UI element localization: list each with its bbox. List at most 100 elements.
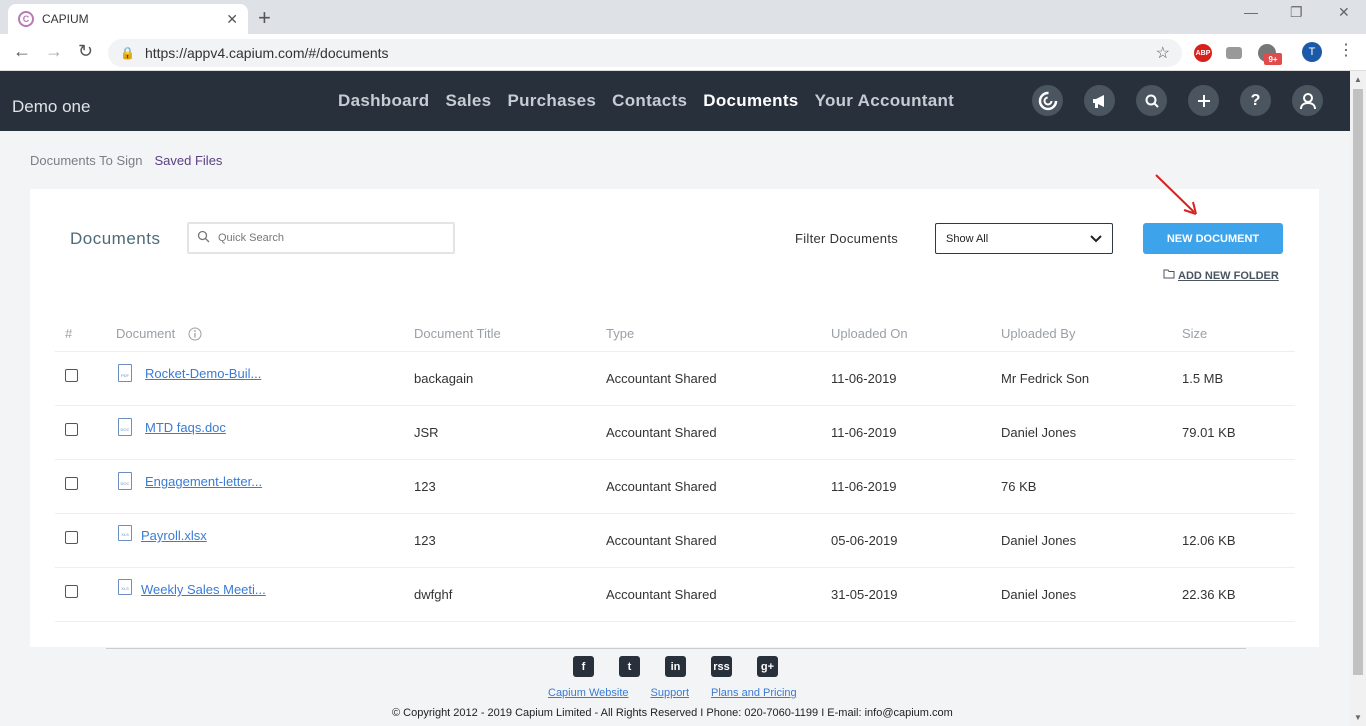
nav-documents[interactable]: Documents <box>703 91 798 111</box>
info-icon[interactable] <box>188 327 202 344</box>
xls-file-icon: XLS <box>118 579 132 595</box>
scroll-up-icon[interactable]: ▲ <box>1354 75 1362 84</box>
tab-close-icon[interactable]: ✕ <box>226 11 238 28</box>
uploaded-on: 31-05-2019 <box>831 587 898 602</box>
col-index: # <box>65 326 73 341</box>
minimize-icon[interactable]: — <box>1244 4 1258 20</box>
capium-logo-icon[interactable] <box>1032 85 1063 116</box>
file-size: 22.36 KB <box>1182 587 1236 602</box>
document-link[interactable]: Weekly Sales Meeti... <box>141 582 266 597</box>
document-title: dwfghf <box>414 587 453 602</box>
bookmark-star-icon[interactable]: ☆ <box>1156 43 1170 63</box>
annotation-arrow-icon <box>1155 174 1197 215</box>
search-icon[interactable] <box>1136 85 1167 116</box>
col-document: Document <box>116 326 176 341</box>
nav-dashboard[interactable]: Dashboard <box>338 91 430 111</box>
new-tab-icon[interactable]: + <box>258 5 271 31</box>
plans-pricing-link[interactable]: Plans and Pricing <box>711 687 797 699</box>
extension-icon[interactable] <box>1226 47 1242 59</box>
filter-select[interactable]: Show All <box>935 223 1113 254</box>
scrollbar-thumb[interactable] <box>1353 89 1363 675</box>
nav-your-accountant[interactable]: Your Accountant <box>815 91 955 111</box>
nav-sales[interactable]: Sales <box>446 91 492 111</box>
adblock-plus-icon[interactable]: ABP <box>1194 44 1212 62</box>
browser-tab[interactable]: C CAPIUM ✕ <box>8 4 248 34</box>
add-folder-label: ADD NEW FOLDER <box>1178 269 1279 282</box>
url-text: https://appv4.capium.com/#/documents <box>144 45 389 61</box>
capium-website-link[interactable]: Capium Website <box>548 687 629 699</box>
nav-contacts[interactable]: Contacts <box>612 91 687 111</box>
search-icon <box>197 230 210 246</box>
tab-title: CAPIUM <box>42 12 89 26</box>
uploaded-by: Mr Fedrick Son <box>1001 371 1090 386</box>
nav-purchases[interactable]: Purchases <box>507 91 596 111</box>
file-size: 12.06 KB <box>1182 533 1236 548</box>
col-size: Size <box>1182 326 1208 341</box>
row-checkbox[interactable] <box>65 369 78 382</box>
documents-panel: Documents Filter Documents Show All NEW … <box>30 189 1319 647</box>
table-row: DOC MTD faqs.doc JSR Accountant Shared 1… <box>55 406 1295 460</box>
row-checkbox[interactable] <box>65 585 78 598</box>
capium-favicon-icon: C <box>18 11 34 27</box>
reload-icon[interactable]: ↻ <box>78 41 93 62</box>
linkedin-icon[interactable]: in <box>665 656 686 677</box>
rss-icon[interactable]: rss <box>711 656 732 677</box>
tab-documents-to-sign[interactable]: Documents To Sign <box>30 153 143 168</box>
uploaded-by: Daniel Jones <box>1001 587 1077 602</box>
filter-label: Filter Documents <box>795 231 899 246</box>
add-icon[interactable] <box>1188 85 1219 116</box>
document-title: 123 <box>414 479 436 494</box>
row-checkbox[interactable] <box>65 423 78 436</box>
megaphone-icon[interactable] <box>1084 85 1115 116</box>
document-link[interactable]: MTD faqs.doc <box>145 420 226 435</box>
restore-icon[interactable]: ❐ <box>1290 4 1303 21</box>
document-title: backagain <box>414 371 474 386</box>
new-document-button[interactable]: NEW DOCUMENT <box>1143 223 1283 254</box>
scroll-down-icon[interactable]: ▼ <box>1354 713 1362 722</box>
quick-search[interactable] <box>187 222 455 254</box>
main-nav: Dashboard Sales Purchases Contacts Docum… <box>338 91 954 111</box>
row-checkbox[interactable] <box>65 531 78 544</box>
document-link[interactable]: Payroll.xlsx <box>141 528 207 543</box>
lock-icon: 🔒 <box>120 46 135 60</box>
doc-file-icon: DOC <box>118 418 132 436</box>
uploaded-by: 76 KB <box>1001 479 1037 494</box>
doc-file-icon: DOC <box>118 472 132 490</box>
twitter-icon[interactable]: t <box>619 656 640 677</box>
app-header: Demo one Dashboard Sales Purchases Conta… <box>0 71 1350 131</box>
profile-avatar[interactable]: T <box>1302 42 1322 62</box>
window-close-icon[interactable]: ✕ <box>1338 4 1350 21</box>
social-links: f t in rss g+ <box>573 656 778 677</box>
tab-saved-files[interactable]: Saved Files <box>155 153 223 168</box>
help-icon[interactable]: ? <box>1240 85 1271 116</box>
vertical-scrollbar[interactable]: ▲ ▼ <box>1350 71 1366 726</box>
footer-links: Capium Website Support Plans and Pricing <box>548 687 797 699</box>
facebook-icon[interactable]: f <box>573 656 594 677</box>
document-link[interactable]: Engagement-letter... <box>145 474 262 489</box>
uploaded-by: Daniel Jones <box>1001 425 1077 440</box>
uploaded-on: 05-06-2019 <box>831 533 898 548</box>
row-checkbox[interactable] <box>65 477 78 490</box>
folder-icon <box>1163 269 1175 282</box>
page-title: Documents <box>70 229 161 248</box>
table-row: XLS Payroll.xlsx 123 Accountant Shared 0… <box>55 514 1295 568</box>
document-link[interactable]: Rocket-Demo-Buil... <box>145 366 261 381</box>
table-row: PDF Rocket-Demo-Buil... backagain Accoun… <box>55 352 1295 406</box>
document-type: Accountant Shared <box>606 371 717 386</box>
filter-value: Show All <box>946 232 989 245</box>
search-input[interactable] <box>218 232 438 244</box>
address-bar[interactable]: 🔒 https://appv4.capium.com/#/documents ☆ <box>108 39 1182 67</box>
support-link[interactable]: Support <box>651 687 690 699</box>
user-icon[interactable] <box>1292 85 1323 116</box>
document-title: 123 <box>414 533 436 548</box>
add-new-folder-link[interactable]: ADD NEW FOLDER <box>1163 269 1279 282</box>
google-plus-icon[interactable]: g+ <box>757 656 778 677</box>
back-arrow-icon[interactable]: ← <box>13 41 31 62</box>
company-name: Demo one <box>12 97 91 116</box>
uploaded-on: 11-06-2019 <box>831 371 897 386</box>
forward-arrow-icon[interactable]: → <box>45 41 63 62</box>
browser-menu-icon[interactable]: ⋮ <box>1338 40 1354 60</box>
col-uploaded-on: Uploaded On <box>831 326 908 341</box>
footer-divider <box>106 648 1246 649</box>
browser-toolbar: ← → ↻ 🔒 https://appv4.capium.com/#/docum… <box>0 34 1366 71</box>
